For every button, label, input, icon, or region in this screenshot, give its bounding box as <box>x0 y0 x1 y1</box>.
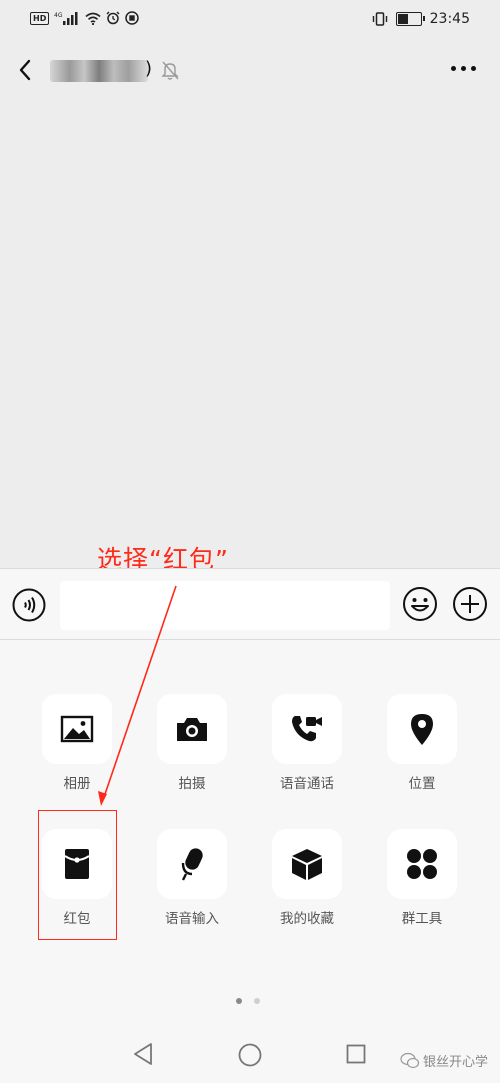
action-favorites[interactable]: 我的收藏 <box>269 829 345 927</box>
action-camera-box[interactable] <box>157 694 227 764</box>
action-group-tools[interactable]: 群工具 <box>384 829 460 927</box>
mute-icon <box>161 61 179 80</box>
more-icon[interactable] <box>451 66 476 71</box>
chat-title-suffix: ) <box>145 58 153 79</box>
location-pin-icon <box>411 714 433 745</box>
vibrate-icon <box>372 12 387 26</box>
action-voice-input-box[interactable] <box>157 829 227 899</box>
status-left: HD 4G <box>30 11 140 25</box>
battery-level <box>397 14 409 24</box>
action-label: 语音输入 <box>165 911 219 927</box>
page-dot-active <box>236 998 242 1004</box>
photo-album-icon <box>60 715 94 743</box>
action-group-tools-box[interactable] <box>387 829 457 899</box>
action-favorites-box[interactable] <box>272 829 342 899</box>
voice-video-call-icon <box>292 716 322 742</box>
action-label: 相册 <box>63 776 91 792</box>
chat-header: ) <box>0 40 500 102</box>
wifi-icon <box>85 12 101 25</box>
nav-back-icon[interactable] <box>132 1042 154 1066</box>
page-dot <box>254 998 260 1004</box>
action-voice-input[interactable]: 语音输入 <box>154 829 230 927</box>
favorites-box-icon <box>292 849 322 880</box>
chat-title-redacted <box>50 60 148 82</box>
action-photo-album[interactable]: 相册 <box>39 694 115 792</box>
network-type: 4G <box>54 12 63 19</box>
microphone-icon <box>181 848 203 881</box>
alarm-icon <box>106 11 120 25</box>
input-bar <box>0 568 500 640</box>
status-bar: HD 4G 23:45 <box>0 0 500 40</box>
action-camera[interactable]: 拍摄 <box>154 694 230 792</box>
back-icon[interactable] <box>14 56 38 84</box>
clock: 23:45 <box>429 11 470 27</box>
plus-icon[interactable] <box>452 586 488 622</box>
emoji-icon[interactable] <box>402 586 438 622</box>
page-indicator <box>236 998 260 1004</box>
nav-recent-icon[interactable] <box>346 1044 366 1064</box>
action-voice-call[interactable]: 语音通话 <box>269 694 345 792</box>
action-location[interactable]: 位置 <box>384 694 460 792</box>
action-voice-call-box[interactable] <box>272 694 342 764</box>
action-label: 拍摄 <box>178 776 206 792</box>
action-label: 语音通话 <box>280 776 334 792</box>
watermark-text: 银丝开心学 <box>423 1055 489 1070</box>
group-tools-icon <box>407 849 437 879</box>
app-icon <box>125 11 140 25</box>
watermark: 银丝开心学 <box>400 1051 488 1070</box>
wechat-logo-icon <box>400 1052 420 1069</box>
action-label: 位置 <box>408 776 436 792</box>
message-input[interactable] <box>60 581 390 630</box>
hd-icon: HD <box>30 11 50 25</box>
camera-icon <box>177 718 207 741</box>
action-label: 群工具 <box>401 911 443 927</box>
action-label: 我的收藏 <box>280 911 334 927</box>
status-right: 23:45 <box>372 11 470 27</box>
system-nav-bar <box>0 1015 500 1083</box>
annotation-highlight-box <box>38 810 117 940</box>
action-photo-album-box[interactable] <box>42 694 112 764</box>
battery-icon <box>395 12 425 26</box>
signal-icon: 4G <box>54 12 78 25</box>
voice-icon[interactable] <box>12 588 46 622</box>
nav-home-icon[interactable] <box>238 1043 262 1067</box>
action-location-box[interactable] <box>387 694 457 764</box>
